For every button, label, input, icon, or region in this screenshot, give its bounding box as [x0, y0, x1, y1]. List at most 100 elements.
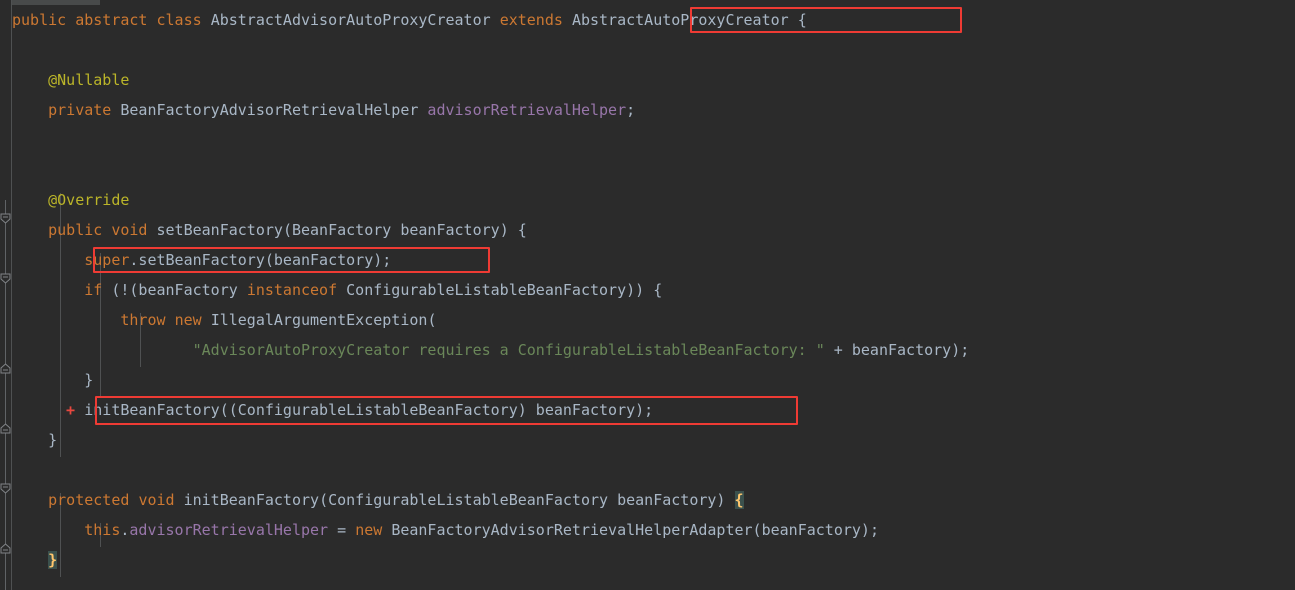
code-token: BeanFactoryAdvisorRetrievalHelperAdapter	[391, 521, 753, 539]
code-line-text: @Override	[12, 185, 129, 215]
code-token: protected	[48, 491, 130, 509]
code-line-text: }	[12, 545, 58, 575]
code-token: "AdvisorAutoProxyCreator requires a Conf…	[192, 341, 825, 359]
code-token: initBeanFactory	[183, 491, 320, 509]
code-token: abstract	[75, 11, 148, 29]
code-token: =	[328, 521, 356, 539]
code-token: (!(beanFactory	[102, 281, 247, 299]
code-line-text: public abstract class AbstractAdvisorAut…	[12, 5, 807, 35]
code-line[interactable]: super.setBeanFactory(beanFactory);	[0, 245, 1295, 275]
code-token: this	[84, 521, 121, 539]
code-line-text: public void setBeanFactory(BeanFactory b…	[12, 215, 527, 245]
code-token: (	[282, 221, 292, 239]
code-line-text: if (!(beanFactory instanceof Configurabl…	[12, 275, 662, 305]
code-line[interactable]: protected void initBeanFactory(Configura…	[0, 485, 1295, 515]
code-token: setBeanFactory	[156, 221, 283, 239]
code-line[interactable]: }	[0, 545, 1295, 575]
code-line[interactable]: throw new IllegalArgumentException(	[0, 305, 1295, 335]
code-token: ConfigurableListableBeanFactory	[237, 401, 518, 419]
code-token: ) {	[499, 221, 527, 239]
code-token: public	[48, 221, 103, 239]
code-token: new	[355, 521, 383, 539]
code-token: BeanFactory	[291, 221, 392, 239]
code-token: super	[84, 251, 130, 269]
code-token: {	[734, 491, 744, 509]
code-token: ((	[219, 401, 238, 419]
code-token: advisorRetrievalHelper	[427, 101, 627, 119]
code-line[interactable]: + initBeanFactory((ConfigurableListableB…	[0, 395, 1295, 425]
code-token: ConfigurableListableBeanFactory	[346, 281, 627, 299]
code-token: initBeanFactory	[84, 401, 220, 419]
code-line[interactable]: }	[0, 425, 1295, 455]
code-token: (	[319, 491, 329, 509]
code-line-text: }	[12, 425, 57, 455]
code-token: void	[111, 221, 148, 239]
code-token: ConfigurableListableBeanFactory	[328, 491, 609, 509]
code-line-text: "AdvisorAutoProxyCreator requires a Conf…	[12, 335, 970, 365]
code-line-text: @Nullable	[12, 65, 129, 95]
code-line[interactable]: }	[0, 365, 1295, 395]
code-line[interactable]: this.advisorRetrievalHelper = new BeanFa…	[0, 515, 1295, 545]
code-line[interactable]: @Override	[0, 185, 1295, 215]
code-token: }	[48, 551, 58, 569]
code-line-text: protected void initBeanFactory(Configura…	[12, 485, 744, 515]
code-line[interactable]: "AdvisorAutoProxyCreator requires a Conf…	[0, 335, 1295, 365]
code-token: ) beanFactory);	[517, 401, 654, 419]
code-line[interactable]: @Nullable	[0, 65, 1295, 95]
code-token: private	[48, 101, 112, 119]
code-token: (	[427, 311, 437, 329]
code-line[interactable]	[0, 35, 1295, 65]
code-line-text: throw new IllegalArgumentException(	[12, 305, 436, 335]
code-token: @Override	[12, 191, 130, 209]
code-line-text: }	[12, 365, 93, 395]
code-token: public	[12, 11, 67, 29]
code-line[interactable]: public abstract class AbstractAdvisorAut…	[0, 5, 1295, 35]
code-line-text: this.advisorRetrievalHelper = new BeanFa…	[12, 515, 879, 545]
code-token: if	[84, 281, 103, 299]
code-line-text: private BeanFactoryAdvisorRetrievalHelpe…	[12, 95, 635, 125]
code-line[interactable]	[0, 125, 1295, 155]
code-token: AbstractAdvisorAutoProxyCreator	[210, 11, 491, 29]
code-token: @Nullable	[12, 71, 130, 89]
code-line[interactable]: public void setBeanFactory(BeanFactory b…	[0, 215, 1295, 245]
code-content[interactable]: public abstract class AbstractAdvisorAut…	[0, 0, 1295, 590]
code-token: IllegalArgumentException	[210, 311, 428, 329]
code-line[interactable]: private BeanFactoryAdvisorRetrievalHelpe…	[0, 95, 1295, 125]
code-token: extends	[499, 11, 563, 29]
code-line-text: initBeanFactory((ConfigurableListableBea…	[12, 395, 653, 425]
code-token: void	[138, 491, 175, 509]
code-editor[interactable]: public abstract class AbstractAdvisorAut…	[0, 0, 1295, 590]
code-token: {	[788, 11, 807, 29]
code-line[interactable]	[0, 455, 1295, 485]
code-line[interactable]	[0, 155, 1295, 185]
code-line-text: super.setBeanFactory(beanFactory);	[12, 245, 391, 275]
code-token: )) {	[626, 281, 663, 299]
code-token: instanceof	[246, 281, 338, 299]
code-token: ;	[626, 101, 636, 119]
code-line[interactable]: if (!(beanFactory instanceof Configurabl…	[0, 275, 1295, 305]
code-token: }	[12, 371, 94, 389]
code-token: throw	[120, 311, 166, 329]
code-token: beanFactory	[400, 221, 500, 239]
code-token: new	[174, 311, 202, 329]
code-token: }	[12, 431, 58, 449]
code-token: AbstractAutoProxyCreator	[571, 11, 789, 29]
